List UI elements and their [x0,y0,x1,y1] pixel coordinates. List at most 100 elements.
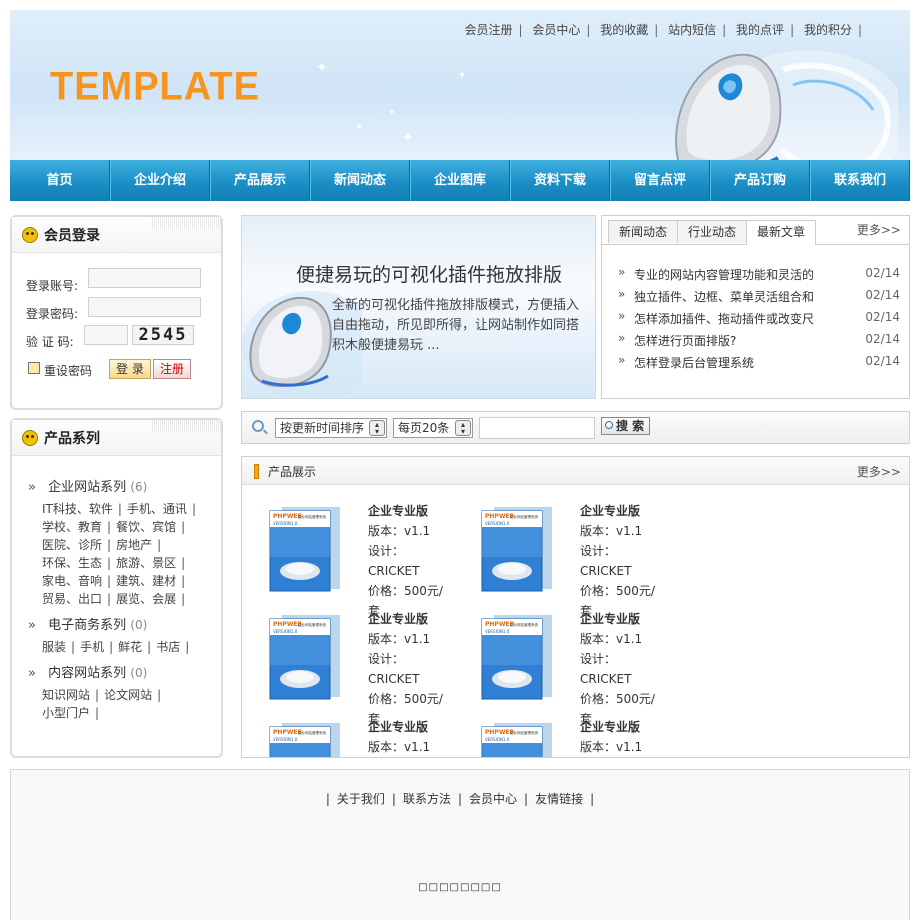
nav-item-news[interactable]: 新闻动态 [310,160,410,201]
product-box-image[interactable]: PHPWEB企业网站管理系统VERSION1.0 [480,613,554,701]
list-item[interactable]: 怎样添加插件、拖动插件或改变尺02/14 [618,308,900,330]
nav-item-gallery[interactable]: 企业图库 [410,160,510,201]
sub-item[interactable]: 餐饮、宾馆 [116,520,176,534]
footer-link-member[interactable]: 会员中心 [469,792,517,806]
product-card[interactable]: PHPWEB企业网站管理系统VERSION1.0 企业专业版版本：v1.1 设计：C… [456,501,656,618]
product-name[interactable]: 企业专业版 [580,501,656,521]
top-link-register[interactable]: 会员注册 [464,23,512,37]
account-input[interactable] [88,268,201,288]
reset-password-link[interactable]: 重设密码 [44,362,92,379]
sub-item[interactable]: 小型门户 [42,706,90,720]
product-card[interactable]: PHPWEB企业网站管理系统VERSION1.0 企业专业版版本：v1.1 设计：C… [456,717,656,758]
list-item[interactable]: 专业的网站内容管理功能和灵活的02/14 [618,264,900,286]
smiley-icon [22,227,38,243]
product-card[interactable]: PHPWEB企业网站管理系统VERSION1.0 企业专业版版本：v1.1 设计：C… [244,501,444,618]
nav-item-about[interactable]: 企业介绍 [110,160,210,201]
sub-item[interactable]: 论文网站 [104,688,152,702]
sub-item[interactable]: 鲜花 [118,640,142,654]
nav-item-order[interactable]: 产品订购 [710,160,810,201]
sub-item[interactable]: 贸易、出口 [42,592,102,606]
sub-item[interactable]: 旅游、景区 [116,556,176,570]
product-designer: 设计：CRICKET [580,757,656,758]
sub-item[interactable]: 服装 [42,640,66,654]
sub-item[interactable]: 书店 [156,640,180,654]
sub-item[interactable]: 展览、会展 [116,592,176,606]
top-link-member-center[interactable]: 会员中心 [532,23,580,37]
nav-item-products[interactable]: 产品展示 [210,160,310,201]
footer-link-friends[interactable]: 友情链接 [535,792,583,806]
product-card[interactable]: PHPWEB企业网站管理系统VERSION1.0 企业专业版版本：v1.1 设计：C… [456,609,656,726]
site-logo[interactable]: TEMPLATE [50,65,260,110]
sub-item[interactable]: 手机 [80,640,104,654]
product-card[interactable]: PHPWEB企业网站管理系统VERSION1.0 企业专业版版本：v1.1 设计：C… [244,717,444,758]
search-button[interactable]: 搜 索 [601,417,651,435]
search-icon [252,420,264,432]
sub-item[interactable]: 家电、音响 [42,574,102,588]
sub-item[interactable]: 环保、生态 [42,556,102,570]
category-enterprise[interactable]: 企业网站系列 (6) [28,476,147,495]
sub-item[interactable]: 房地产 [116,538,152,552]
list-item[interactable]: 怎样登录后台管理系统02/14 [618,352,900,374]
footer-link-contact[interactable]: 联系方法 [403,792,451,806]
search-input[interactable] [479,417,595,439]
product-name[interactable]: 企业专业版 [580,609,656,629]
product-box-image[interactable]: PHPWEB企业网站管理系统VERSION1.0 [268,505,342,593]
tab-industry-news[interactable]: 行业动态 [677,220,748,243]
product-name[interactable]: 企业专业版 [368,609,444,629]
product-box-image[interactable]: PHPWEB企业网站管理系统VERSION1.0 [480,505,554,593]
sub-item[interactable]: 学校、教育 [42,520,102,534]
sub-item[interactable]: 医院、诊所 [42,538,102,552]
news-box: 新闻动态 行业动态 最新文章 更多>> 专业的网站内容管理功能和灵活的02/14… [601,215,910,399]
list-item[interactable]: 怎样进行页面排版?02/14 [618,330,900,352]
sub-item[interactable]: 手机、通讯 [127,502,187,516]
category-enterprise-subs: IT科技、软件 | 手机、通讯 | 学校、教育 | 餐饮、宾馆 | 医院、诊所 | 房地产 | 环… [42,502,196,606]
footer-link-about[interactable]: 关于我们 [337,792,385,806]
per-page-select[interactable]: 每页20条 ▴ ▾ [393,418,473,438]
captcha-input[interactable] [84,325,128,345]
top-link-points[interactable]: 我的积分 [804,23,852,37]
products-more-link[interactable]: 更多>> [857,463,901,480]
product-version: 版本：v1.1 [368,524,431,538]
box-subtitle: 企业网站管理系统 [510,622,538,627]
sort-select[interactable]: 按更新时间排序 ▴ ▾ [275,418,387,438]
chevron-updown-icon: ▴ ▾ [455,420,471,436]
tab-company-news[interactable]: 新闻动态 [608,220,679,243]
category-ecommerce[interactable]: 电子商务系列 (0) [28,614,147,633]
site-header: TEMPLATE 会员注册 | 会员中心 | 我的收藏 | 站内短信 | 我的点评 | 我… [10,10,910,160]
top-link-reviews[interactable]: 我的点评 [736,23,784,37]
product-name[interactable]: 企业专业版 [368,501,444,521]
top-link-favorites[interactable]: 我的收藏 [600,23,648,37]
accent-bar [254,464,259,479]
login-button[interactable]: 登 录 [109,359,151,379]
register-button[interactable]: 注册 [153,359,192,379]
product-box-image[interactable]: PHPWEB企业网站管理系统VERSION1.0 [480,721,554,758]
nav-item-feedback[interactable]: 留言点评 [610,160,710,201]
product-series-title: 产品系列 [44,431,100,447]
product-box-image[interactable]: PHPWEB企业网站管理系统VERSION1.0 [268,721,342,758]
category-content[interactable]: 内容网站系列 (0) [28,662,147,681]
nav-item-downloads[interactable]: 资料下载 [510,160,610,201]
sparkle-icon: ✦ [316,60,328,76]
product-name[interactable]: 企业专业版 [368,717,444,737]
tab-latest-articles[interactable]: 最新文章 [746,220,817,245]
product-name[interactable]: 企业专业版 [580,717,656,737]
list-item[interactable]: 独立插件、边框、菜单灵活组合和02/14 [618,286,900,308]
document-icon [28,362,40,374]
product-series-header: 产品系列 [12,420,221,456]
banner-description: 全新的可视化插件拖放排版模式，方便插入自由拖动，所见即所得，让网站制作如同搭积木… [332,298,580,353]
box-subtitle: 企业网站管理系统 [298,622,326,627]
nav-item-home[interactable]: 首页 [10,160,110,201]
sub-item[interactable]: 知识网站 [42,688,90,702]
password-input[interactable] [88,297,201,317]
box-subtitle: 企业网站管理系统 [298,514,326,519]
nav-item-contact[interactable]: 联系我们 [810,160,910,201]
sub-item[interactable]: 建筑、建材 [116,574,176,588]
top-link-messages[interactable]: 站内短信 [668,23,716,37]
product-version: 版本：v1.1 [368,740,431,754]
product-designer: 设计：CRICKET [368,544,420,578]
sub-item[interactable]: IT科技、软件 [42,502,113,516]
product-card[interactable]: PHPWEB企业网站管理系统VERSION1.0 企业专业版版本：v1.1 设计：C… [244,609,444,726]
promo-banner[interactable]: 便捷易玩的可视化插件拖放排版 全新的可视化插件拖放排版模式，方便插入自由拖动，所… [241,215,596,399]
product-box-image[interactable]: PHPWEB企业网站管理系统VERSION1.0 [268,613,342,701]
news-more-link[interactable]: 更多>> [857,221,901,238]
